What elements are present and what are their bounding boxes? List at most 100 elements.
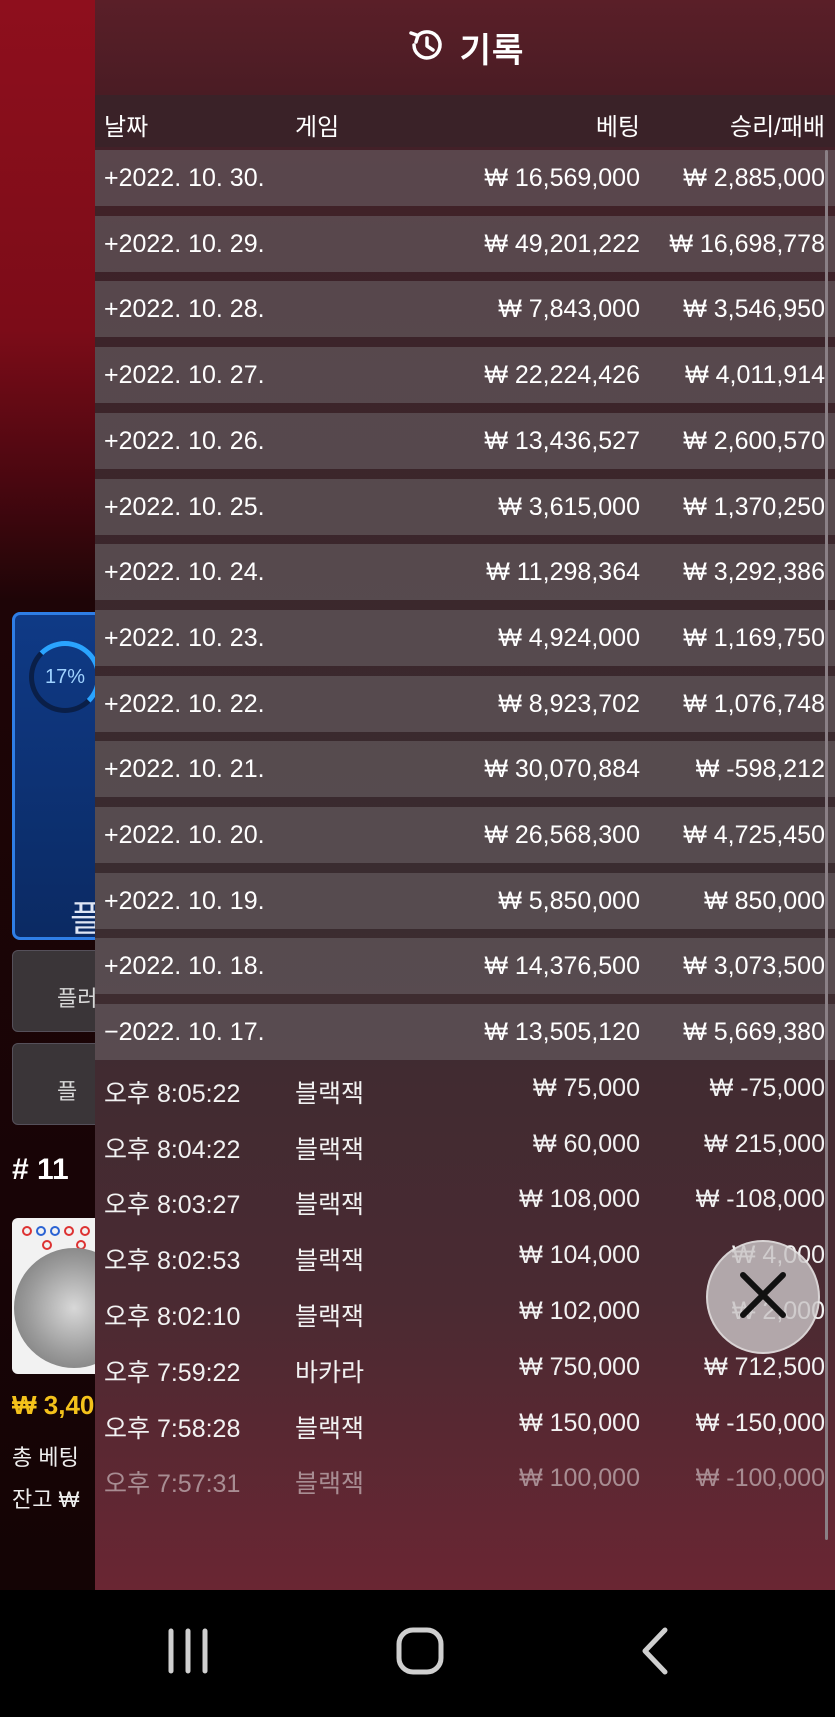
row-date: +2022. 10. 20. bbox=[104, 821, 265, 849]
column-date: 날짜 bbox=[104, 114, 149, 141]
row-game: 블랙잭 bbox=[295, 1303, 365, 1331]
row-time: 오후 8:02:10 bbox=[104, 1303, 241, 1331]
row-time: 오후 7:58:28 bbox=[104, 1414, 241, 1443]
row-bet: ₩ 49,201,222 bbox=[484, 229, 640, 258]
row-game: 블랙잭 bbox=[295, 1135, 365, 1164]
session-row: 오후 8:03:27 블랙잭 ₩ 108,000 ₩ -108,000 bbox=[95, 1171, 835, 1227]
row-bet: ₩ 150,000 bbox=[519, 1408, 640, 1437]
row-date: +2022. 10. 22. bbox=[104, 689, 265, 718]
row-result: ₩ 1,370,250 bbox=[683, 492, 825, 521]
recents-button[interactable] bbox=[148, 1618, 228, 1688]
daily-row[interactable]: +2022. 10. 28. ₩ 7,843,000 ₩ 3,546,950 bbox=[95, 281, 835, 338]
row-bet: ₩ 4,924,000 bbox=[498, 623, 640, 652]
row-result: ₩ -75,000 bbox=[709, 1073, 825, 1102]
column-game: 게임 bbox=[295, 114, 340, 141]
row-bet: ₩ 60,000 bbox=[532, 1129, 640, 1158]
home-button[interactable] bbox=[380, 1618, 460, 1688]
row-date: −2022. 10. 17. bbox=[104, 1018, 265, 1047]
daily-row[interactable]: +2022. 10. 26. ₩ 13,436,527 ₩ 2,600,570 bbox=[95, 412, 835, 469]
column-bet: 베팅 bbox=[595, 114, 640, 141]
row-result: ₩ 2,600,570 bbox=[683, 426, 825, 455]
row-bet: ₩ 30,070,884 bbox=[484, 755, 640, 784]
row-bet: ₩ 22,224,426 bbox=[484, 361, 640, 390]
total-bet-label: 총 베팅 bbox=[12, 1445, 79, 1470]
daily-row[interactable]: +2022. 10. 20. ₩ 26,568,300 ₩ 4,725,450 bbox=[95, 807, 835, 863]
row-time: 오후 8:04:22 bbox=[104, 1135, 241, 1164]
row-result: ₩ 850,000 bbox=[704, 886, 825, 915]
row-game: 블랙잭 bbox=[295, 1414, 365, 1443]
row-result: ₩ 1,076,748 bbox=[683, 689, 825, 718]
row-game: 블랙잭 bbox=[295, 1470, 365, 1499]
row-result: ₩ 3,073,500 bbox=[683, 952, 825, 981]
column-result: 승리/패배 bbox=[730, 114, 825, 141]
row-result: ₩ 712,500 bbox=[704, 1352, 825, 1381]
row-result: ₩ -598,212 bbox=[695, 755, 825, 784]
close-icon bbox=[737, 1269, 789, 1326]
row-date: +2022. 10. 18. bbox=[104, 952, 265, 981]
row-date: +2022. 10. 19. bbox=[104, 886, 265, 915]
row-bet: ₩ 3,615,000 bbox=[498, 492, 640, 521]
back-button[interactable] bbox=[615, 1618, 695, 1688]
column-header: 날짜 게임 베팅 승리/패배 bbox=[95, 95, 835, 147]
table-amount: ₩ 3,40 bbox=[12, 1390, 95, 1420]
row-result: ₩ -150,000 bbox=[695, 1408, 825, 1437]
system-nav-bar bbox=[0, 1590, 835, 1717]
session-row: 오후 7:58:28 블랙잭 ₩ 150,000 ₩ -150,000 bbox=[95, 1395, 835, 1451]
row-game: 바카라 bbox=[295, 1358, 365, 1387]
row-result: ₩ 2,885,000 bbox=[683, 164, 825, 192]
daily-row[interactable]: +2022. 10. 30. ₩ 16,569,000 ₩ 2,885,000 bbox=[95, 150, 835, 206]
row-date: +2022. 10. 24. bbox=[104, 558, 265, 587]
daily-row[interactable]: +2022. 10. 24. ₩ 11,298,364 ₩ 3,292,386 bbox=[95, 544, 835, 601]
panel-header: 기록 bbox=[95, 0, 835, 95]
progress-percent: 17% bbox=[44, 665, 86, 688]
row-bet: ₩ 8,923,702 bbox=[498, 689, 640, 718]
row-time: 오후 8:05:22 bbox=[104, 1079, 241, 1108]
row-game: 블랙잭 bbox=[295, 1191, 365, 1220]
daily-row[interactable]: +2022. 10. 25. ₩ 3,615,000 ₩ 1,370,250 bbox=[95, 478, 835, 535]
daily-row[interactable]: −2022. 10. 17. ₩ 13,505,120 ₩ 5,669,380 bbox=[95, 1004, 835, 1061]
daily-row[interactable]: +2022. 10. 29. ₩ 49,201,222 ₩ 16,698,778 bbox=[95, 215, 835, 272]
row-date: +2022. 10. 28. bbox=[104, 295, 265, 324]
home-icon bbox=[395, 1626, 445, 1681]
recents-icon bbox=[165, 1628, 211, 1679]
row-date: +2022. 10. 30. bbox=[104, 164, 265, 192]
daily-row[interactable]: +2022. 10. 23. ₩ 4,924,000 ₩ 1,169,750 bbox=[95, 609, 835, 666]
row-bet: ₩ 5,850,000 bbox=[498, 886, 640, 915]
row-date: +2022. 10. 25. bbox=[104, 492, 265, 521]
row-date: +2022. 10. 21. bbox=[104, 755, 265, 784]
balance-label: 잔고 ₩ bbox=[12, 1487, 80, 1512]
row-date: +2022. 10. 29. bbox=[104, 229, 265, 258]
row-date: +2022. 10. 26. bbox=[104, 426, 265, 455]
history-icon bbox=[406, 25, 446, 70]
row-bet: ₩ 11,298,364 bbox=[486, 558, 640, 587]
session-row: 오후 8:05:22 블랙잭 ₩ 75,000 ₩ -75,000 bbox=[95, 1060, 835, 1116]
row-result: ₩ 16,698,778 bbox=[669, 229, 825, 258]
history-panel: 기록 날짜 게임 베팅 승리/패배 +2022. 10. 30. ₩ 16,569… bbox=[95, 0, 835, 1590]
table-number: # 11 bbox=[12, 1153, 69, 1186]
daily-row[interactable]: +2022. 10. 27. ₩ 22,224,426 ₩ 4,011,914 bbox=[95, 347, 835, 404]
row-bet: ₩ 13,505,120 bbox=[484, 1018, 640, 1047]
row-date: +2022. 10. 23. bbox=[104, 623, 265, 652]
row-bet: ₩ 102,000 bbox=[519, 1297, 640, 1325]
row-bet: ₩ 750,000 bbox=[519, 1352, 640, 1381]
row-result: ₩ 5,669,380 bbox=[683, 1018, 825, 1047]
row-date: +2022. 10. 27. bbox=[104, 361, 265, 390]
row-result: ₩ 3,292,386 bbox=[683, 558, 825, 587]
row-game: 블랙잭 bbox=[295, 1079, 365, 1108]
row-bet: ₩ 16,569,000 bbox=[484, 164, 640, 192]
close-button[interactable] bbox=[706, 1240, 820, 1354]
row-bet: ₩ 104,000 bbox=[519, 1241, 640, 1270]
row-bet: ₩ 100,000 bbox=[519, 1464, 640, 1493]
daily-row[interactable]: +2022. 10. 22. ₩ 8,923,702 ₩ 1,076,748 bbox=[95, 675, 835, 732]
back-icon bbox=[635, 1626, 675, 1681]
row-result: ₩ -100,000 bbox=[695, 1464, 825, 1493]
row-time: 오후 8:03:27 bbox=[104, 1191, 241, 1220]
daily-row[interactable]: +2022. 10. 18. ₩ 14,376,500 ₩ 3,073,500 bbox=[95, 938, 835, 995]
scrollbar[interactable] bbox=[825, 150, 828, 1540]
session-row: 오후 7:57:31 블랙잭 ₩ 100,000 ₩ -100,000 bbox=[95, 1450, 835, 1506]
row-time: 오후 8:02:53 bbox=[104, 1247, 241, 1276]
row-bet: ₩ 7,843,000 bbox=[498, 295, 640, 324]
daily-row[interactable]: +2022. 10. 21. ₩ 30,070,884 ₩ -598,212 bbox=[95, 741, 835, 798]
daily-row[interactable]: +2022. 10. 19. ₩ 5,850,000 ₩ 850,000 bbox=[95, 872, 835, 929]
row-bet: ₩ 26,568,300 bbox=[484, 821, 640, 849]
